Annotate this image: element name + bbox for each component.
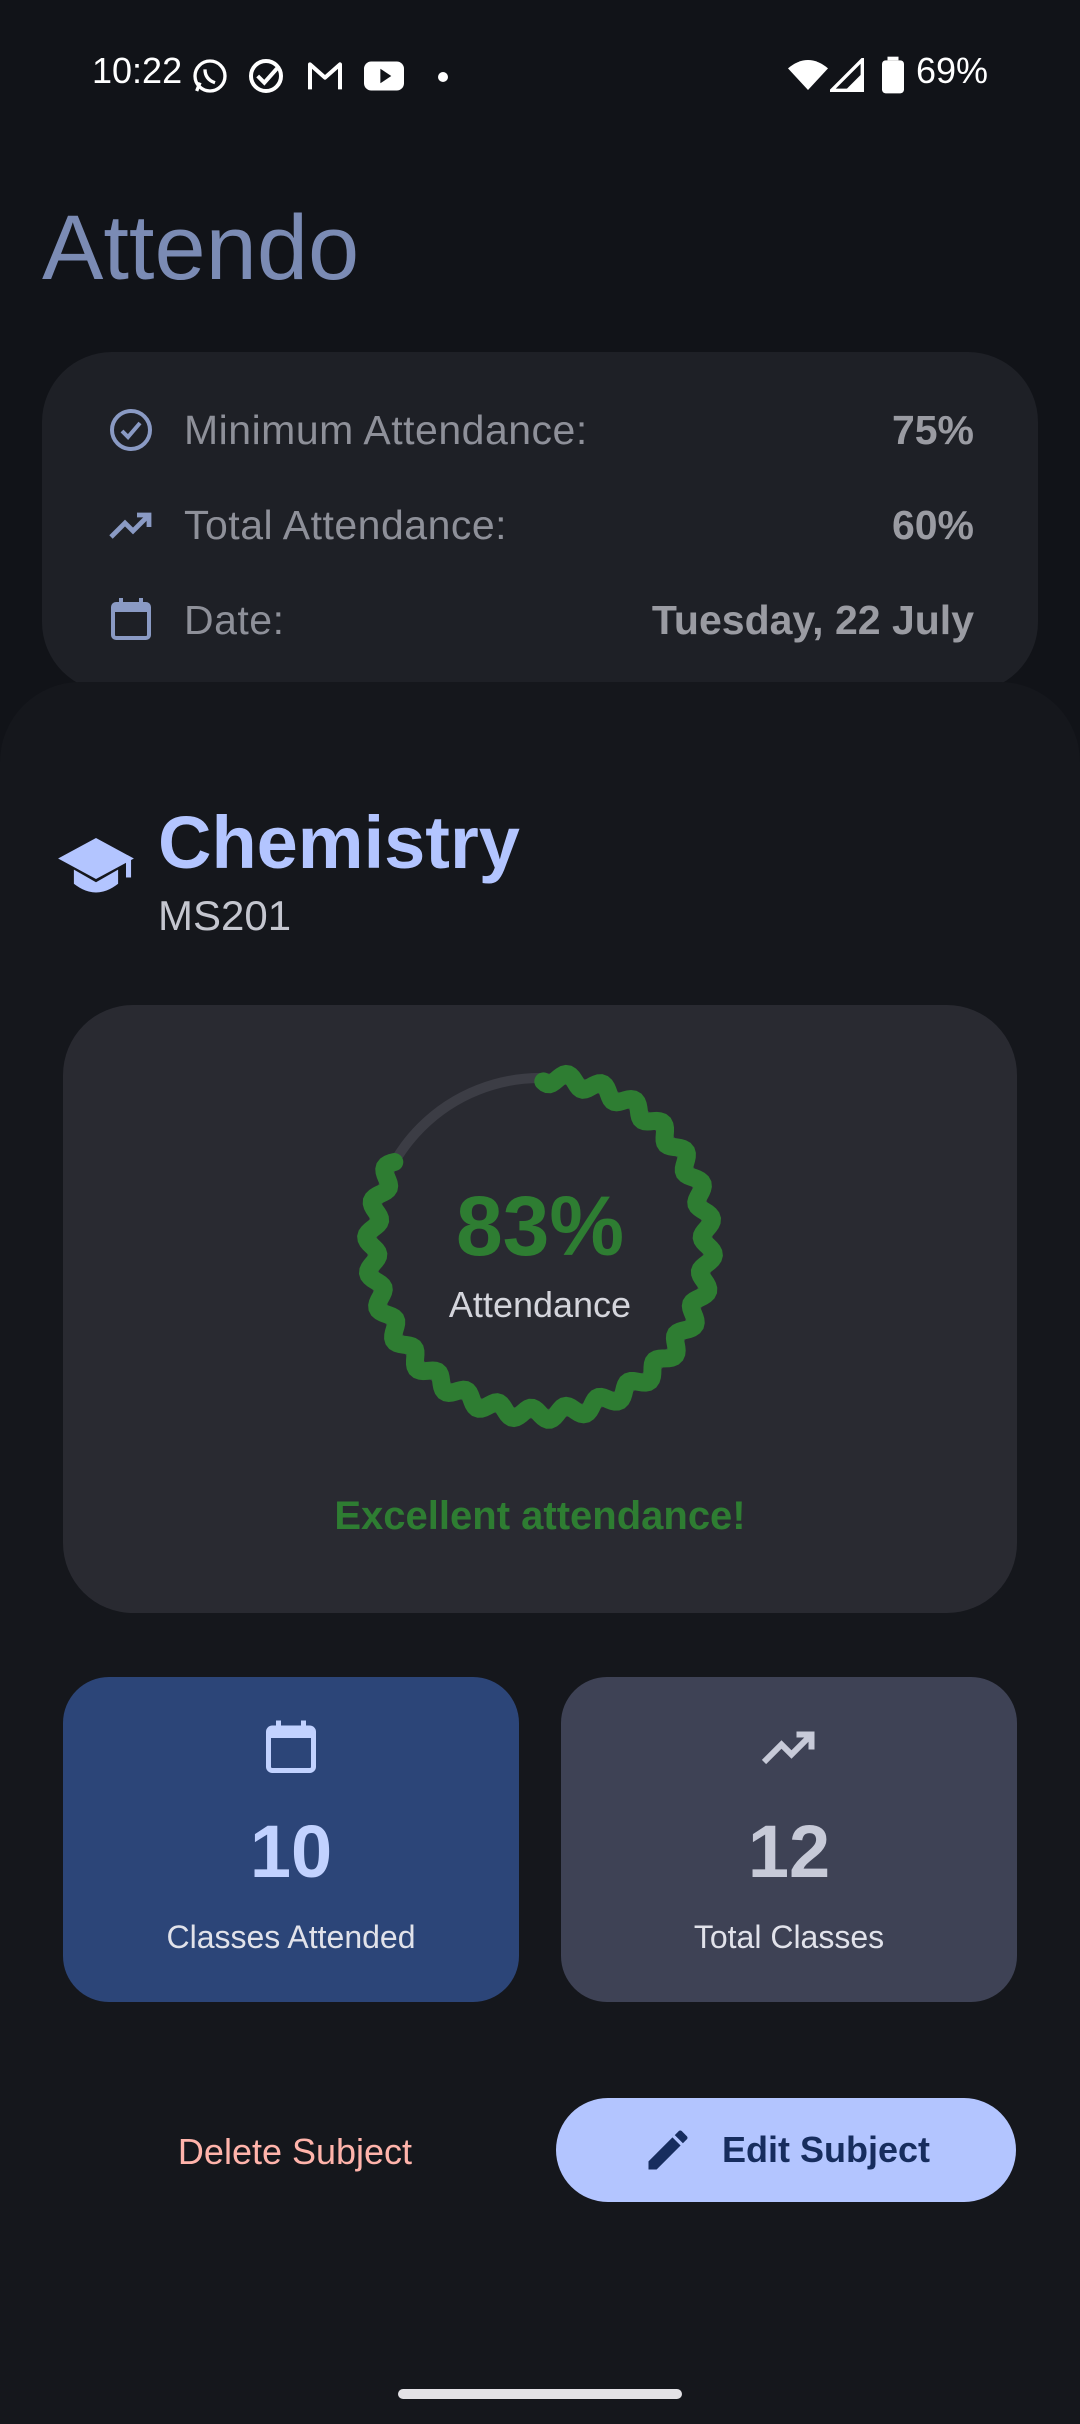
calendar-icon — [63, 1717, 519, 1779]
app-title: Attendo — [42, 197, 360, 299]
status-time: 10:22 — [92, 50, 183, 91]
edit-subject-button[interactable]: Edit Subject — [556, 2098, 1016, 2202]
date-value: Tuesday, 22 July — [651, 596, 974, 643]
pencil-icon — [648, 2130, 688, 2170]
trending-up-icon — [561, 1717, 1017, 1777]
total-attendance-label: Total Attendance: — [184, 501, 508, 548]
delete-subject-button[interactable]: Delete Subject — [120, 2112, 470, 2192]
whatsapp-icon — [193, 59, 227, 93]
date-row: Date: Tuesday, 22 July — [106, 590, 974, 650]
calendar-icon — [106, 595, 156, 645]
minimum-attendance-label: Minimum Attendance: — [184, 406, 588, 453]
check-circle-icon — [249, 59, 283, 93]
school-icon — [58, 838, 134, 893]
date-label: Date: — [184, 596, 285, 643]
wifi-icon — [788, 60, 828, 90]
total-attendance-value: 60% — [891, 501, 974, 548]
signal-icon — [830, 58, 864, 92]
minimum-attendance-value: 75% — [891, 406, 974, 453]
classes-attended-value: 10 — [249, 1810, 333, 1893]
youtube-icon — [364, 61, 404, 91]
home-indicator[interactable] — [398, 2389, 682, 2399]
check-circle-icon — [106, 405, 156, 455]
attendance-verdict: Excellent attendance! — [334, 1494, 746, 1538]
total-classes-card: 12 Total Classes — [561, 1677, 1017, 2002]
battery-percent: 69% — [915, 50, 988, 91]
gmail-icon — [308, 62, 342, 90]
subject-code: MS201 — [158, 892, 292, 939]
edit-subject-label: Edit Subject — [721, 2129, 931, 2170]
trending-up-icon — [106, 500, 156, 550]
summary-card: Minimum Attendance: 75% Total Attendance… — [42, 352, 1038, 692]
minimum-attendance-row: Minimum Attendance: 75% — [106, 400, 974, 460]
total-attendance-row: Total Attendance: 60% — [106, 495, 974, 555]
classes-attended-card: 10 Classes Attended — [63, 1677, 519, 2002]
attendance-percentage: 83% — [455, 1179, 625, 1273]
battery-icon — [882, 56, 904, 94]
dot-icon — [438, 72, 448, 82]
classes-attended-label: Classes Attended — [166, 1919, 416, 1955]
total-classes-label: Total Classes — [693, 1919, 885, 1955]
subject-name: Chemistry — [158, 801, 520, 884]
attendance-percentage-label: Attendance — [448, 1284, 632, 1325]
total-classes-value: 12 — [747, 1810, 831, 1893]
